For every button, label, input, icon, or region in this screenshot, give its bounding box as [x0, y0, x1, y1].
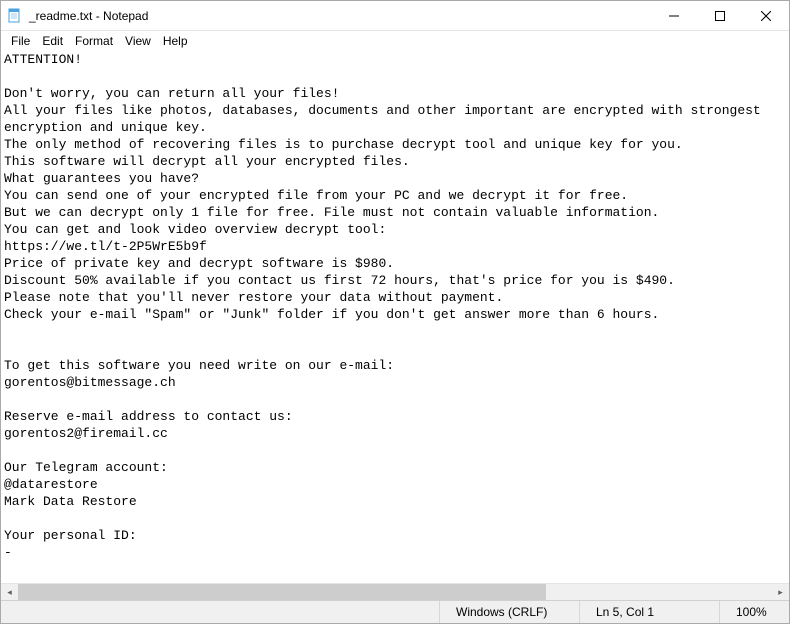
notepad-icon: [7, 8, 23, 24]
menu-format[interactable]: Format: [69, 32, 119, 50]
scroll-left-button[interactable]: ◂: [1, 584, 18, 601]
close-button[interactable]: [743, 1, 789, 30]
scroll-track[interactable]: [18, 584, 772, 600]
window-controls: [651, 1, 789, 30]
status-zoom: 100%: [719, 601, 789, 623]
maximize-button[interactable]: [697, 1, 743, 30]
document-text[interactable]: ATTENTION! Don't worry, you can return a…: [1, 51, 789, 561]
status-encoding: Windows (CRLF): [439, 601, 579, 623]
window-title: _readme.txt - Notepad: [29, 9, 651, 23]
menu-file[interactable]: File: [5, 32, 36, 50]
scroll-thumb[interactable]: [18, 584, 546, 600]
scroll-right-button[interactable]: ▸: [772, 584, 789, 601]
titlebar: _readme.txt - Notepad: [1, 1, 789, 31]
statusbar: Windows (CRLF) Ln 5, Col 1 100%: [1, 600, 789, 623]
text-area[interactable]: ATTENTION! Don't worry, you can return a…: [1, 51, 789, 583]
horizontal-scrollbar[interactable]: ◂ ▸: [1, 583, 789, 600]
menu-view[interactable]: View: [119, 32, 157, 50]
menubar: File Edit Format View Help: [1, 31, 789, 51]
minimize-button[interactable]: [651, 1, 697, 30]
menu-help[interactable]: Help: [157, 32, 194, 50]
menu-edit[interactable]: Edit: [36, 32, 69, 50]
status-position: Ln 5, Col 1: [579, 601, 719, 623]
